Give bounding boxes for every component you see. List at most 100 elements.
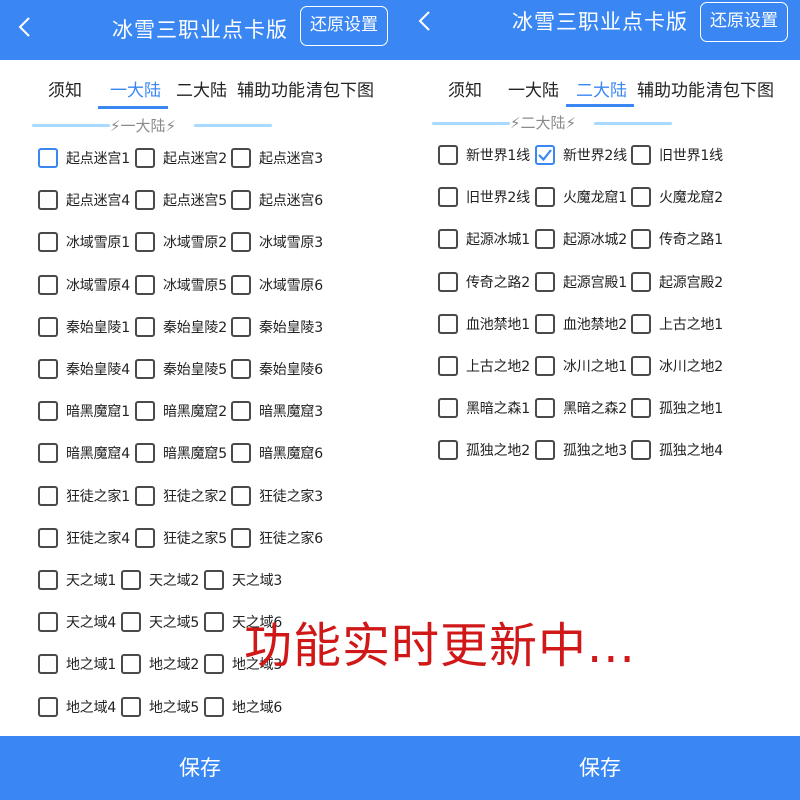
checkbox[interactable] (631, 187, 651, 208)
map-checkbox-item[interactable]: 起源宫殿1 (535, 268, 627, 296)
tab-assist-functions[interactable]: 辅助功能 (637, 76, 705, 101)
map-checkbox-item[interactable]: 上古之地1 (631, 310, 723, 338)
checkbox[interactable] (135, 316, 155, 337)
tab-continent-2[interactable]: 二大陆 (176, 76, 227, 101)
checkbox[interactable] (231, 443, 251, 464)
checkbox[interactable] (38, 359, 58, 379)
checkbox[interactable] (438, 187, 458, 208)
save-button[interactable]: 保存 (400, 736, 800, 800)
checkbox[interactable] (121, 654, 141, 675)
map-checkbox-item[interactable]: 孤独之地1 (631, 394, 723, 422)
checkbox[interactable] (535, 398, 555, 419)
checkbox[interactable] (438, 356, 458, 376)
map-checkbox-item[interactable]: 天之域5 (121, 608, 199, 636)
checkbox[interactable] (535, 229, 555, 250)
map-checkbox-item[interactable]: 上古之地2 (438, 352, 530, 380)
map-checkbox-item[interactable]: 起点迷宫2 (135, 144, 227, 172)
map-checkbox-item[interactable]: 地之域4 (38, 693, 116, 721)
checkbox[interactable] (631, 271, 651, 292)
map-checkbox-item[interactable]: 起点迷宫4 (38, 186, 130, 214)
tab-clear-bag[interactable]: 清包下图 (706, 76, 774, 101)
map-checkbox-item[interactable]: 新世界1线 (438, 141, 530, 169)
checkbox[interactable] (535, 440, 555, 461)
tab-assist-functions[interactable]: 辅助功能 (237, 76, 305, 101)
checkbox[interactable] (231, 274, 251, 295)
map-checkbox-item[interactable]: 秦始皇陵6 (231, 355, 323, 383)
checkbox[interactable] (204, 612, 224, 633)
checkbox[interactable] (631, 398, 651, 419)
checkbox[interactable] (135, 527, 155, 548)
map-checkbox-item[interactable]: 血池禁地2 (535, 310, 627, 338)
checkbox[interactable] (38, 527, 58, 548)
tab-clear-bag[interactable]: 清包下图 (306, 76, 374, 101)
map-checkbox-item[interactable]: 冰川之地2 (631, 352, 723, 380)
map-checkbox-item[interactable]: 冰川之地1 (535, 352, 627, 380)
checkbox[interactable] (631, 229, 651, 250)
checkbox[interactable] (38, 443, 58, 464)
checkbox[interactable] (135, 190, 155, 211)
map-checkbox-item[interactable]: 天之域4 (38, 608, 116, 636)
map-checkbox-item[interactable]: 狂徒之家2 (135, 482, 227, 510)
checkbox[interactable] (438, 145, 458, 165)
map-checkbox-item[interactable]: 起点迷宫6 (231, 186, 323, 214)
checkbox[interactable] (631, 356, 651, 376)
checkbox[interactable] (135, 401, 155, 422)
map-checkbox-item[interactable]: 冰域雪原5 (135, 271, 227, 299)
checkbox[interactable] (135, 232, 155, 253)
map-checkbox-item[interactable]: 火魔龙窟1 (535, 183, 627, 211)
map-checkbox-item[interactable]: 地之域5 (121, 693, 199, 721)
map-checkbox-item[interactable]: 冰域雪原2 (135, 228, 227, 256)
map-checkbox-item[interactable]: 暗黑魔窟4 (38, 439, 130, 467)
checkbox[interactable] (38, 148, 58, 168)
map-checkbox-item[interactable]: 秦始皇陵1 (38, 313, 130, 341)
checkbox[interactable] (38, 232, 58, 253)
map-checkbox-item[interactable]: 传奇之路1 (631, 225, 723, 253)
map-checkbox-item[interactable]: 传奇之路2 (438, 268, 530, 296)
checkbox[interactable] (38, 696, 58, 717)
tab-continent-1[interactable]: 一大陆 (508, 76, 559, 101)
map-checkbox-item[interactable]: 狂徒之家5 (135, 524, 227, 552)
checkbox[interactable] (438, 398, 458, 419)
checkbox[interactable] (38, 274, 58, 295)
map-checkbox-item[interactable]: 新世界2线 (535, 141, 627, 169)
checkbox[interactable] (231, 359, 251, 379)
checkbox[interactable] (38, 654, 58, 675)
checkbox[interactable] (38, 190, 58, 211)
tab-continent-2[interactable]: 二大陆 (576, 76, 627, 101)
map-checkbox-item[interactable]: 冰域雪原3 (231, 228, 323, 256)
checkbox[interactable] (204, 654, 224, 675)
map-checkbox-item[interactable]: 起源宫殿2 (631, 268, 723, 296)
checkbox[interactable] (204, 570, 224, 590)
map-checkbox-item[interactable]: 黑暗之森1 (438, 394, 530, 422)
checkbox[interactable] (438, 440, 458, 461)
map-checkbox-item[interactable]: 冰域雪原1 (38, 228, 130, 256)
map-checkbox-item[interactable]: 天之域3 (204, 566, 282, 594)
map-checkbox-item[interactable]: 冰域雪原4 (38, 271, 130, 299)
checkbox[interactable] (631, 440, 651, 461)
map-checkbox-item[interactable]: 冰域雪原6 (231, 271, 323, 299)
map-checkbox-item[interactable]: 火魔龙窟2 (631, 183, 723, 211)
map-checkbox-item[interactable]: 地之域1 (38, 650, 116, 678)
checkbox[interactable] (631, 313, 651, 334)
map-checkbox-item[interactable]: 旧世界1线 (631, 141, 723, 169)
checkbox[interactable] (231, 148, 251, 168)
checkbox[interactable] (231, 316, 251, 337)
checkbox[interactable] (121, 612, 141, 633)
map-checkbox-item[interactable]: 暗黑魔窟1 (38, 397, 130, 425)
checkbox[interactable] (121, 696, 141, 717)
map-checkbox-item[interactable]: 孤独之地3 (535, 436, 627, 464)
map-checkbox-item[interactable]: 秦始皇陵4 (38, 355, 130, 383)
map-checkbox-item[interactable]: 孤独之地2 (438, 436, 530, 464)
checkbox[interactable] (438, 271, 458, 292)
map-checkbox-item[interactable]: 秦始皇陵3 (231, 313, 323, 341)
checkbox[interactable] (135, 274, 155, 295)
map-checkbox-item[interactable]: 暗黑魔窟2 (135, 397, 227, 425)
checkbox[interactable] (535, 187, 555, 208)
checkbox[interactable] (438, 229, 458, 250)
map-checkbox-item[interactable]: 起源冰城2 (535, 225, 627, 253)
checkbox[interactable] (438, 313, 458, 334)
checkbox[interactable] (204, 696, 224, 717)
map-checkbox-item[interactable]: 地之域6 (204, 693, 282, 721)
map-checkbox-item[interactable]: 天之域2 (121, 566, 199, 594)
tab-notice[interactable]: 须知 (448, 76, 482, 101)
